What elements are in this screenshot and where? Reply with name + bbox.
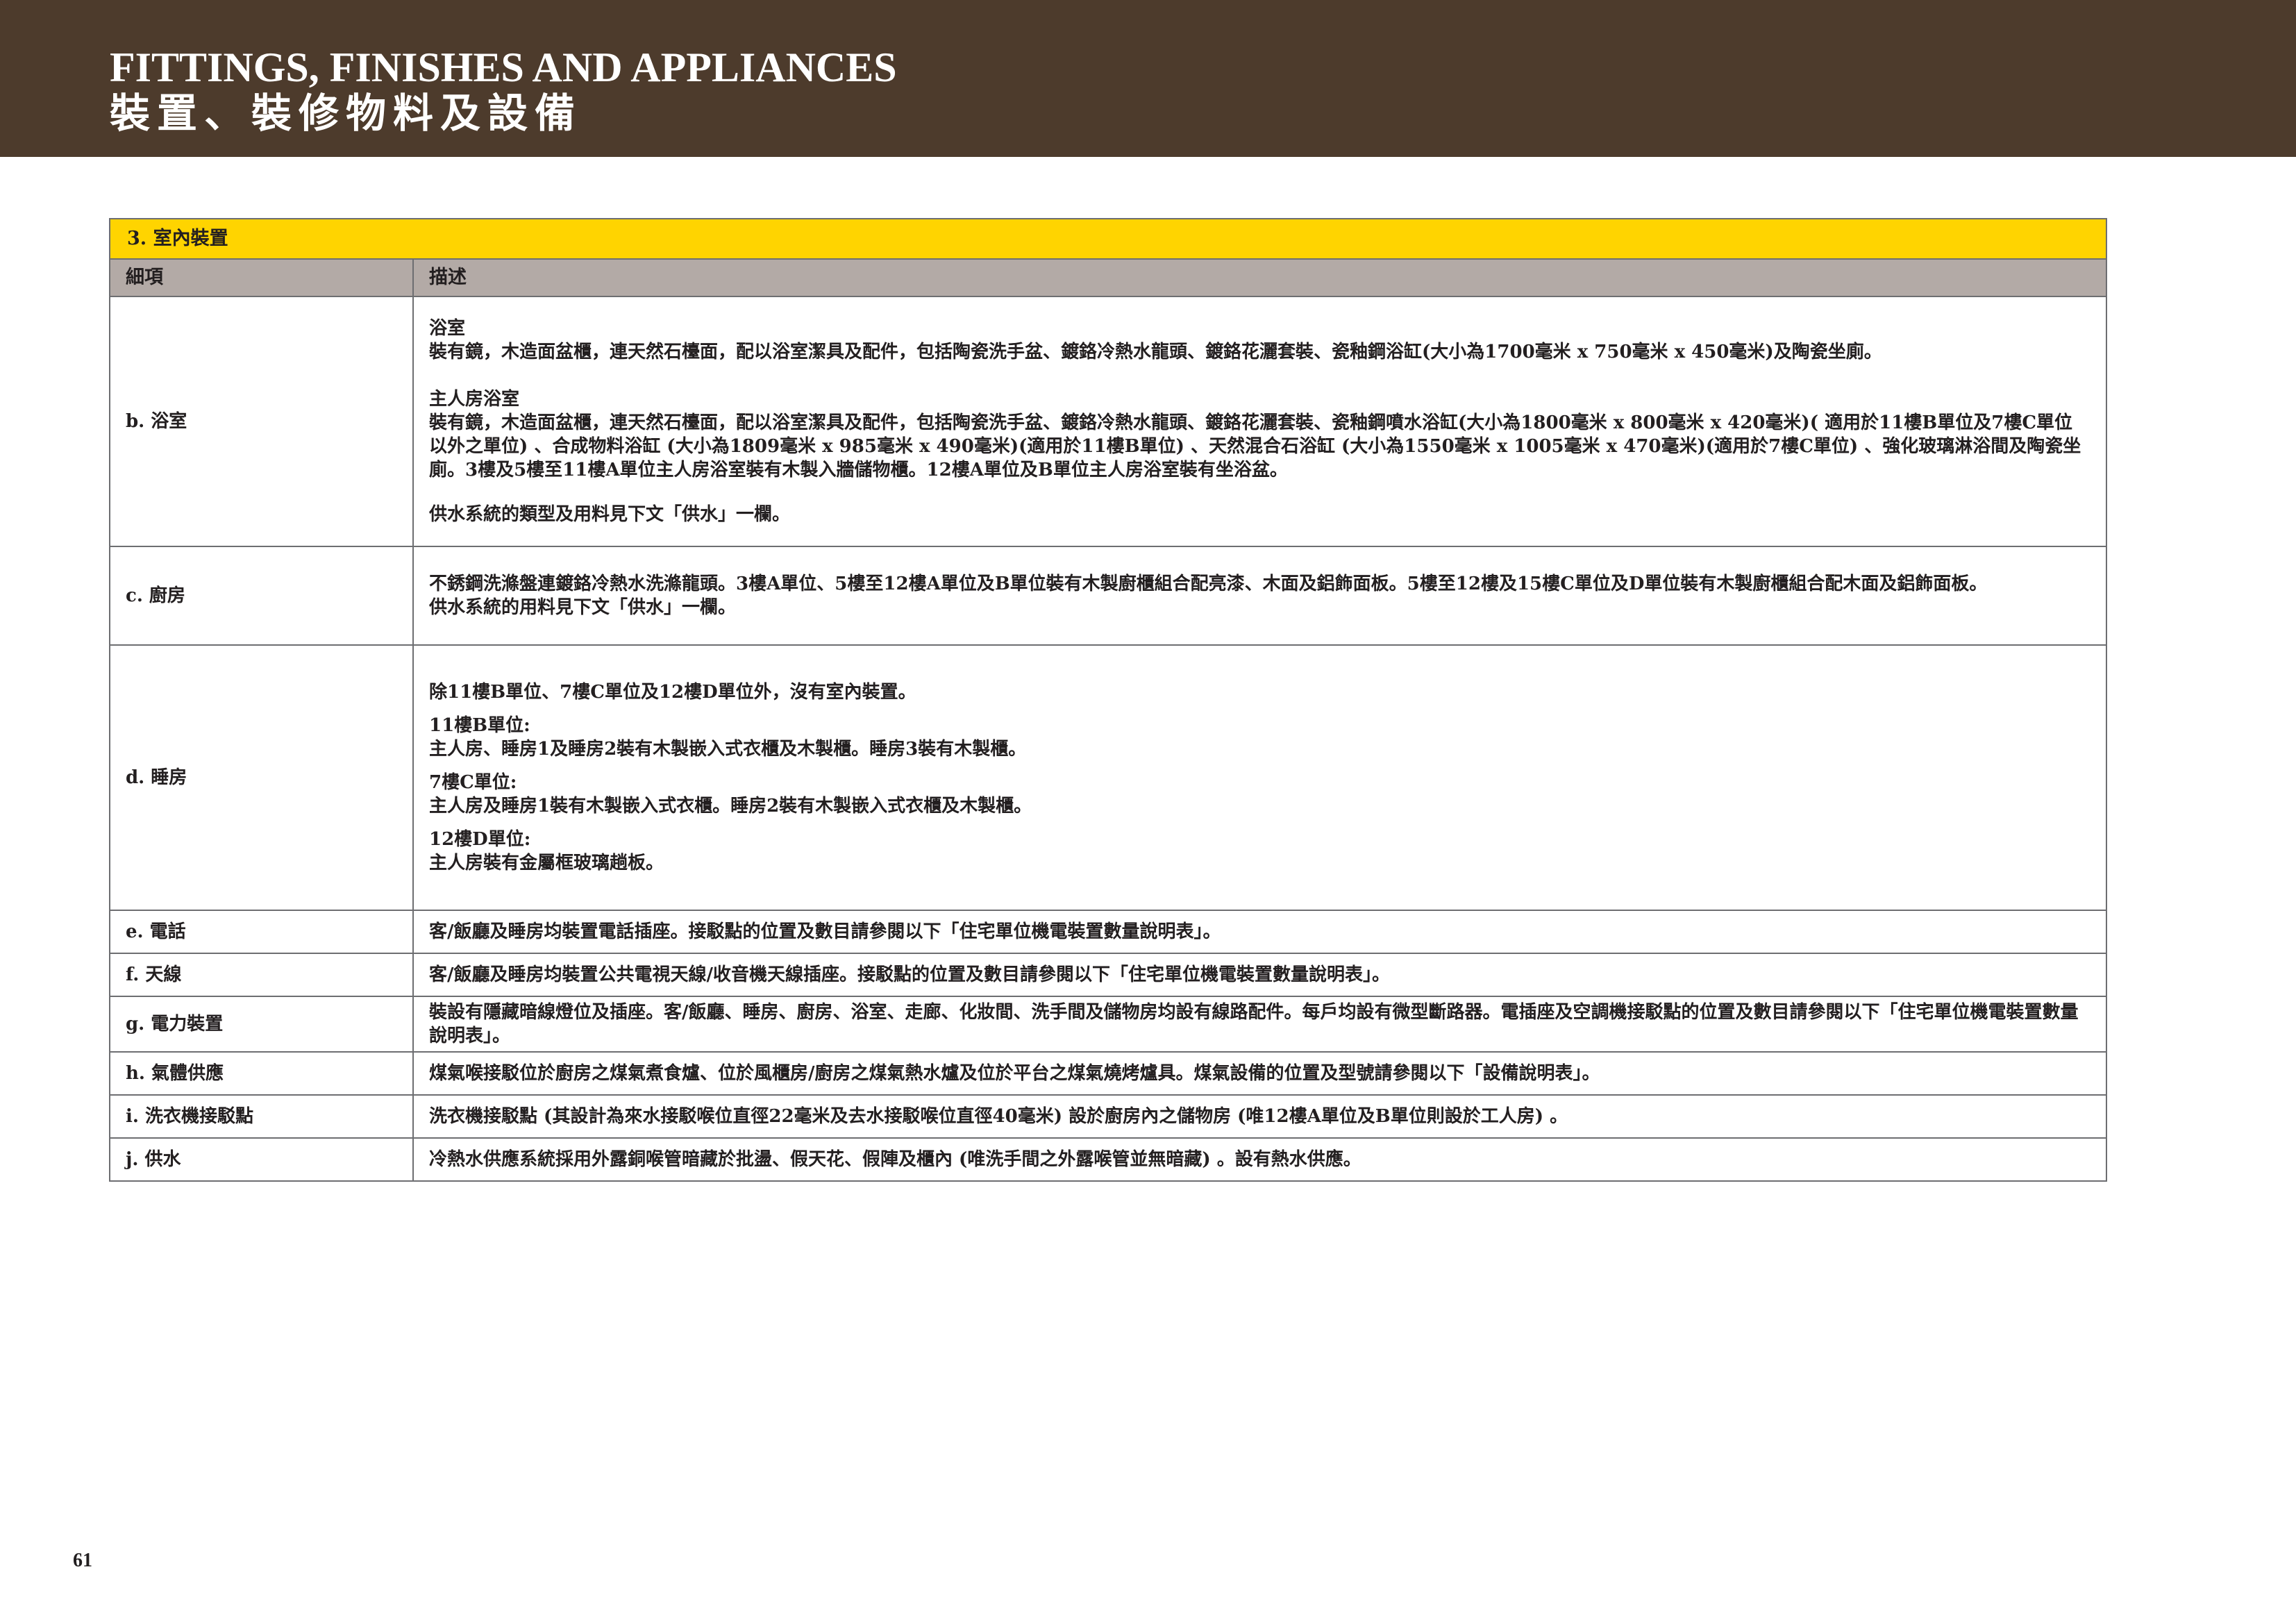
- bathroom-water-note: 供水系統的類型及用料見下文「供水」一欄。: [429, 504, 791, 525]
- master-bathroom-title: 主人房浴室: [429, 389, 520, 410]
- master-bathroom-description: 裝有鏡，木造面盆櫃，連天然石檯面，配以浴室潔具及配件，包括陶瓷洗手盆、鍍鉻冷熱水…: [429, 412, 2081, 480]
- bedroom-unit-12d-description: 主人房裝有金屬框玻璃趟板。: [429, 853, 664, 873]
- description-kitchen: 不銹鋼洗滌盤連鍍鉻冷熱水洗滌龍頭。3樓A單位、5樓至12樓A單位及B單位裝有木製…: [412, 546, 2107, 646]
- description-electrical: 裝設有隱藏暗線燈位及插座。客/飯廳、睡房、廚房、浴室、走廊、化妝間、洗手間及儲物…: [412, 996, 2107, 1053]
- table-row-antenna: f. 天線 客/飯廳及睡房均裝置公共電視天線/收音機天線插座。接駁點的位置及數目…: [109, 953, 2107, 997]
- description-bedroom: 除11樓B單位、7樓C單位及12樓D單位外，沒有室內裝置。 11樓B單位: 主人…: [412, 644, 2107, 911]
- column-header-item: 細項: [109, 258, 414, 297]
- item-label-antenna: f. 天線: [109, 953, 414, 997]
- kitchen-description: 不銹鋼洗滌盤連鍍鉻冷熱水洗滌龍頭。3樓A單位、5樓至12樓A單位及B單位裝有木製…: [429, 574, 1988, 594]
- table-row-kitchen: c. 廚房 不銹鋼洗滌盤連鍍鉻冷熱水洗滌龍頭。3樓A單位、5樓至12樓A單位及B…: [109, 546, 2107, 646]
- item-label-electrical: g. 電力裝置: [109, 996, 414, 1053]
- column-header-row: 細項 描述: [109, 258, 2107, 297]
- section-header-row: 3. 室內裝置: [109, 218, 2107, 260]
- page-title-chinese: 裝置、裝修物料及設備: [110, 90, 583, 137]
- bedroom-unit-12d-title: 12樓D單位:: [429, 829, 531, 850]
- bedroom-general-note: 除11樓B單位、7樓C單位及12樓D單位外，沒有室內裝置。: [429, 682, 916, 703]
- item-label-kitchen: c. 廚房: [109, 546, 414, 646]
- bedroom-unit-11b-description: 主人房、睡房1及睡房2裝有木製嵌入式衣櫃及木製櫃。睡房3裝有木製櫃。: [429, 739, 1027, 760]
- item-label-telephone: e. 電話: [109, 910, 414, 954]
- interior-fittings-table: 3. 室內裝置 細項 描述 b. 浴室 浴室 裝有鏡，木造面盆櫃，連天然石檯面，…: [109, 218, 2107, 1182]
- item-label-bathroom: b. 浴室: [109, 296, 414, 547]
- description-washer: 洗衣機接駁點 (其設計為來水接駁喉位直徑22毫米及去水接駁喉位直徑40毫米) 設…: [412, 1094, 2107, 1139]
- bedroom-unit-7c-title: 7樓C單位:: [429, 772, 517, 793]
- bathroom-description: 裝有鏡，木造面盆櫃，連天然石檯面，配以浴室潔具及配件，包括陶瓷洗手盆、鍍鉻冷熱水…: [429, 342, 1882, 362]
- table-row-washer: i. 洗衣機接駁點 洗衣機接駁點 (其設計為來水接駁喉位直徑22毫米及去水接駁喉…: [109, 1094, 2107, 1139]
- description-telephone: 客/飯廳及睡房均裝置電話插座。接駁點的位置及數目請參閱以下「住宅單位機電裝置數量…: [412, 910, 2107, 954]
- item-label-washer: i. 洗衣機接駁點: [109, 1094, 414, 1139]
- bathroom-title: 浴室: [429, 318, 466, 339]
- item-label-water: j. 供水: [109, 1137, 414, 1182]
- item-label-bedroom: d. 睡房: [109, 644, 414, 911]
- section-title: 3. 室內裝置: [109, 218, 2107, 260]
- table-row-water: j. 供水 冷熱水供應系統採用外露銅喉管暗藏於批盪、假天花、假陣及櫃內 (唯洗手…: [109, 1137, 2107, 1182]
- table-row-bathroom: b. 浴室 浴室 裝有鏡，木造面盆櫃，連天然石檯面，配以浴室潔具及配件，包括陶瓷…: [109, 296, 2107, 547]
- bedroom-unit-11b-title: 11樓B單位:: [429, 715, 530, 736]
- description-gas: 煤氣喉接駁位於廚房之煤氣煮食爐、位於風櫃房/廚房之煤氣熱水爐及位於平台之煤氣燒烤…: [412, 1051, 2107, 1096]
- column-header-description: 描述: [412, 258, 2107, 297]
- table-row-telephone: e. 電話 客/飯廳及睡房均裝置電話插座。接駁點的位置及數目請參閱以下「住宅單位…: [109, 910, 2107, 954]
- item-label-gas: h. 氣體供應: [109, 1051, 414, 1096]
- table-row-bedroom: d. 睡房 除11樓B單位、7樓C單位及12樓D單位外，沒有室內裝置。 11樓B…: [109, 644, 2107, 911]
- description-bathroom: 浴室 裝有鏡，木造面盆櫃，連天然石檯面，配以浴室潔具及配件，包括陶瓷洗手盆、鍍鉻…: [412, 296, 2107, 547]
- page-number: 61: [73, 1550, 92, 1571]
- page-title-english: FITTINGS, FINISHES AND APPLIANCES: [110, 44, 897, 90]
- table-row-gas: h. 氣體供應 煤氣喉接駁位於廚房之煤氣煮食爐、位於風櫃房/廚房之煤氣熱水爐及位…: [109, 1051, 2107, 1096]
- description-antenna: 客/飯廳及睡房均裝置公共電視天線/收音機天線插座。接駁點的位置及數目請參閱以下「…: [412, 953, 2107, 997]
- kitchen-water-note: 供水系統的用料見下文「供水」一欄。: [429, 597, 737, 618]
- table-row-electrical: g. 電力裝置 裝設有隱藏暗線燈位及插座。客/飯廳、睡房、廚房、浴室、走廊、化妝…: [109, 996, 2107, 1053]
- bedroom-unit-7c-description: 主人房及睡房1裝有木製嵌入式衣櫃。睡房2裝有木製嵌入式衣櫃及木製櫃。: [429, 796, 1032, 817]
- description-water: 冷熱水供應系統採用外露銅喉管暗藏於批盪、假天花、假陣及櫃內 (唯洗手間之外露喉管…: [412, 1137, 2107, 1182]
